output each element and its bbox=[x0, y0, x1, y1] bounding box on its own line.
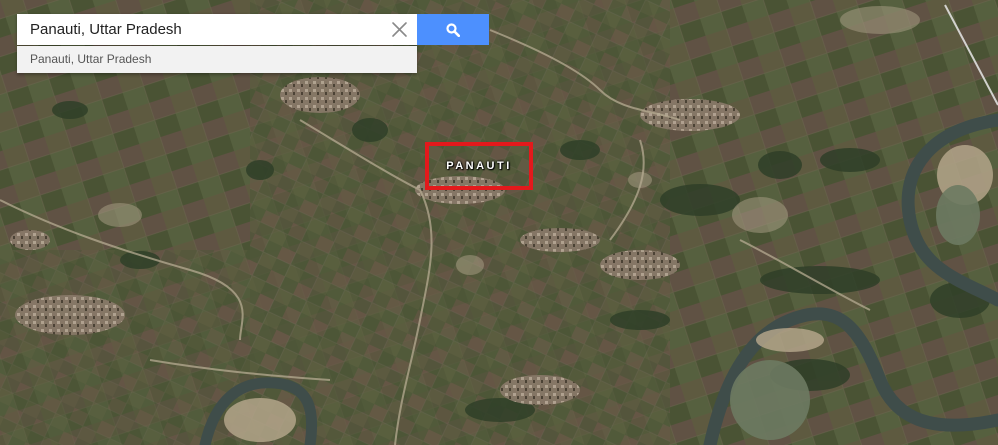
place-label: PANAUTI bbox=[446, 160, 512, 172]
search-icon bbox=[446, 23, 460, 37]
suggestion-item[interactable]: Panauti, Uttar Pradesh bbox=[17, 46, 417, 73]
search-box bbox=[17, 14, 417, 45]
search-input[interactable] bbox=[17, 14, 383, 45]
place-marker[interactable]: PANAUTI bbox=[425, 142, 533, 190]
close-icon[interactable] bbox=[391, 21, 408, 38]
suggestion-list: Panauti, Uttar Pradesh bbox=[17, 46, 417, 73]
search-button[interactable] bbox=[417, 14, 489, 45]
